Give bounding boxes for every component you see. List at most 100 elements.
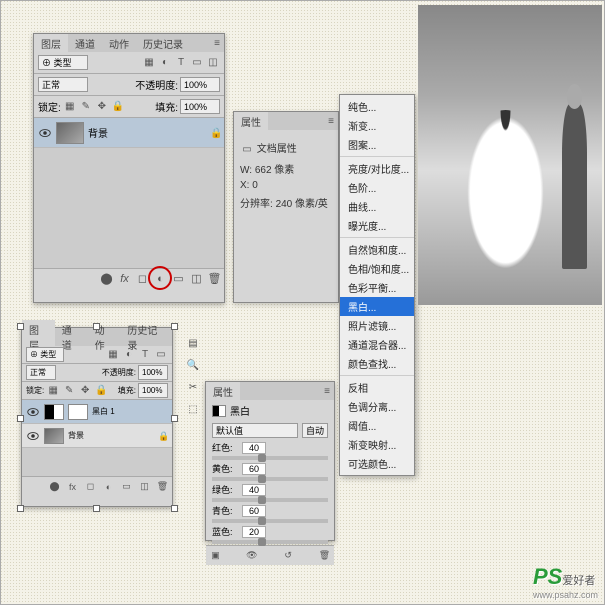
clip-icon[interactable]: ▣ (209, 549, 222, 562)
link-icon[interactable]: ⬤ (100, 272, 113, 285)
menu-item[interactable]: 色相/饱和度... (340, 259, 414, 278)
menu-item[interactable]: 反相 (340, 378, 414, 397)
menu-item[interactable]: 纯色... (340, 97, 414, 116)
preset-select[interactable]: 默认值 (212, 423, 298, 438)
auto-button[interactable]: 自动 (302, 423, 328, 438)
handle-tm[interactable] (93, 323, 100, 330)
tab-history[interactable]: 历史记录 (136, 34, 190, 53)
tool-crop-icon[interactable]: ✂ (185, 379, 201, 395)
view-icon[interactable]: 👁 (245, 549, 258, 562)
delete-icon[interactable]: 🗑 (208, 272, 221, 285)
lock-pos-icon[interactable]: ✥ (95, 100, 109, 114)
lock-trans-icon[interactable]: ▦ (63, 100, 77, 114)
menu-item[interactable]: 色阶... (340, 178, 414, 197)
handle-bl[interactable] (17, 505, 24, 512)
tab-properties[interactable]: 属性 (234, 112, 268, 131)
filter-type-icon[interactable]: T (138, 348, 152, 362)
filter-shape-icon[interactable]: ▭ (190, 56, 204, 70)
visibility-icon[interactable] (38, 126, 52, 140)
fx-icon[interactable]: fx (66, 480, 79, 493)
group-icon[interactable]: ▭ (120, 480, 133, 493)
handle-br[interactable] (171, 505, 178, 512)
fx-icon[interactable]: fx (118, 272, 131, 285)
menu-item[interactable]: 色调分离... (340, 397, 414, 416)
opacity-value[interactable]: 100% (138, 365, 168, 380)
kind-filter[interactable]: ⊕ 类型 (26, 347, 64, 362)
slider-value[interactable]: 60 (242, 463, 266, 475)
filter-shape-icon[interactable]: ▭ (154, 348, 168, 362)
menu-item[interactable]: 自然饱和度... (340, 240, 414, 259)
menu-item[interactable]: 曝光度... (340, 216, 414, 235)
blend-mode-select[interactable]: 正常 (38, 77, 88, 92)
lock-all-icon[interactable]: 🔒 (111, 100, 125, 114)
handle-tl[interactable] (17, 323, 24, 330)
blend-mode-select[interactable]: 正常 (26, 365, 56, 380)
filter-smart-icon[interactable]: ◫ (206, 56, 220, 70)
handle-tr[interactable] (171, 323, 178, 330)
link-icon[interactable]: ⬤ (48, 480, 61, 493)
menu-item[interactable]: 照片滤镜... (340, 316, 414, 335)
menu-item[interactable]: 颜色查找... (340, 354, 414, 373)
slider-track[interactable] (212, 456, 328, 460)
filter-adj-icon[interactable]: ◐ (122, 348, 136, 362)
handle-bm[interactable] (93, 505, 100, 512)
slider-value[interactable]: 20 (242, 526, 266, 538)
slider-track[interactable] (212, 477, 328, 481)
slider-track[interactable] (212, 519, 328, 523)
tool-zoom-icon[interactable]: 🔍 (185, 357, 201, 373)
panel-menu-icon[interactable]: ≡ (210, 36, 224, 50)
slider-value[interactable]: 40 (242, 484, 266, 496)
layer-background[interactable]: 背景 🔒 (34, 118, 224, 148)
delete-icon[interactable]: 🗑 (156, 480, 169, 493)
menu-item[interactable]: 阈值... (340, 416, 414, 435)
layer-bw[interactable]: 黑白 1 (22, 400, 172, 424)
menu-item[interactable]: 图案... (340, 135, 414, 154)
delete-icon[interactable]: 🗑 (318, 549, 331, 562)
tab-layers[interactable]: 图层 (34, 34, 68, 53)
menu-item[interactable]: 可选颜色... (340, 454, 414, 473)
lock-paint-icon[interactable]: ✎ (79, 100, 93, 114)
menu-item[interactable]: 色彩平衡... (340, 278, 414, 297)
adjustment-icon[interactable]: ◐ (102, 480, 115, 493)
menu-item[interactable]: 曲线... (340, 197, 414, 216)
slider-track[interactable] (212, 498, 328, 502)
slider-value[interactable]: 60 (242, 505, 266, 517)
new-layer-icon[interactable]: ◫ (190, 272, 203, 285)
kind-filter[interactable]: ⊕ 类型 (38, 55, 88, 70)
lock-all-icon[interactable]: 🔒 (94, 384, 108, 398)
menu-item[interactable]: 通道混合器... (340, 335, 414, 354)
tool-frame-icon[interactable]: ⬚ (185, 401, 201, 417)
lock-trans-icon[interactable]: ▦ (46, 384, 60, 398)
tab-channels[interactable]: 通道 (68, 34, 102, 53)
panel-menu-icon[interactable]: ≡ (320, 384, 334, 398)
group-icon[interactable]: ▭ (172, 272, 185, 285)
fill-value[interactable]: 100% (138, 383, 168, 398)
filter-img-icon[interactable]: ▦ (106, 348, 120, 362)
filter-img-icon[interactable]: ▦ (142, 56, 156, 70)
tab-properties[interactable]: 属性 (206, 382, 240, 401)
mask-icon[interactable]: ◻ (84, 480, 97, 493)
lock-paint-icon[interactable]: ✎ (62, 384, 76, 398)
tool-align-icon[interactable]: ▤ (185, 335, 201, 351)
menu-item[interactable]: 渐变... (340, 116, 414, 135)
menu-item[interactable]: 亮度/对比度... (340, 159, 414, 178)
lock-pos-icon[interactable]: ✥ (78, 384, 92, 398)
tab-actions[interactable]: 动作 (102, 34, 136, 53)
reset-icon[interactable]: ↺ (282, 549, 295, 562)
visibility-icon[interactable] (26, 405, 40, 419)
slider-track[interactable] (212, 540, 328, 544)
slider-value[interactable]: 40 (242, 442, 266, 454)
opacity-value[interactable]: 100% (180, 77, 220, 92)
fill-value[interactable]: 100% (180, 99, 220, 114)
panel-menu-icon[interactable]: ≡ (324, 114, 338, 128)
handle-mr[interactable] (171, 415, 178, 422)
new-layer-icon[interactable]: ◫ (138, 480, 151, 493)
adjustment-icon[interactable]: ◐ (154, 272, 167, 285)
menu-item[interactable]: 黑白... (340, 297, 414, 316)
filter-adj-icon[interactable]: ◐ (158, 56, 172, 70)
filter-type-icon[interactable]: T (174, 56, 188, 70)
handle-ml[interactable] (17, 415, 24, 422)
visibility-icon[interactable] (26, 429, 40, 443)
layer-background-2[interactable]: 背景 🔒 (22, 424, 172, 448)
menu-item[interactable]: 渐变映射... (340, 435, 414, 454)
